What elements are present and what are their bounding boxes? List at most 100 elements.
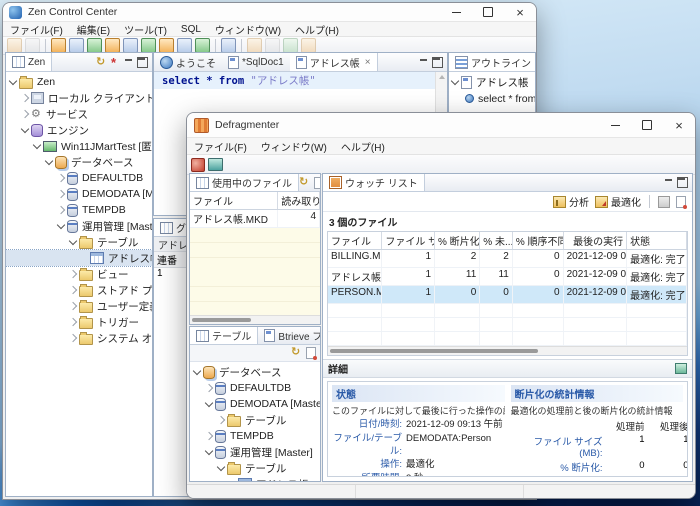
db-tree-item[interactable]: TEMPDB bbox=[190, 428, 320, 444]
minimize-button[interactable] bbox=[599, 113, 631, 137]
new-table-icon[interactable] bbox=[69, 38, 84, 53]
expander-icon[interactable] bbox=[57, 220, 65, 228]
tab-files-in-use[interactable]: 使用中のファイル bbox=[190, 174, 299, 191]
section-restore-icon[interactable] bbox=[675, 363, 687, 374]
expander-icon[interactable] bbox=[205, 398, 213, 406]
close-button[interactable]: × bbox=[663, 113, 695, 137]
zen-menu-item-3[interactable]: SQL bbox=[174, 23, 208, 36]
column-header[interactable]: 状態 bbox=[627, 232, 687, 249]
tab-watch-list[interactable]: ウォッチ リスト bbox=[323, 174, 425, 191]
zen-tree-item[interactable]: サービス bbox=[6, 106, 152, 122]
table-row[interactable]: アドレス帳.M...1111102021-12-09 09:1...最適化: 完… bbox=[328, 268, 687, 286]
expander-icon[interactable] bbox=[69, 236, 77, 244]
stop-icon[interactable] bbox=[111, 57, 120, 68]
analyze-button[interactable]: 分析 bbox=[553, 194, 589, 209]
db-tree-item[interactable]: DEMODATA [Master] bbox=[190, 396, 320, 412]
zen-tree-item[interactable]: トリガー bbox=[6, 314, 152, 330]
db-tree-item[interactable]: 運用管理 [Master] bbox=[190, 444, 320, 460]
expander-icon[interactable] bbox=[21, 94, 29, 102]
save-icon[interactable] bbox=[7, 38, 22, 53]
monitor-icon[interactable] bbox=[195, 38, 210, 53]
pin-icon[interactable] bbox=[306, 347, 316, 359]
zen-tree-item[interactable]: アドレス帳 bbox=[6, 250, 152, 266]
zen-tree-item[interactable]: ストアド プロシージャ bbox=[6, 282, 152, 298]
refresh-icon[interactable] bbox=[291, 347, 302, 358]
print-icon[interactable] bbox=[25, 38, 40, 53]
expander-icon[interactable] bbox=[69, 270, 77, 278]
expander-icon[interactable] bbox=[21, 124, 29, 132]
view-menu-icon[interactable] bbox=[658, 196, 670, 208]
zen-tree-item[interactable]: DEMODATA [Master] bbox=[6, 186, 152, 202]
tab-btrieve-files[interactable]: Btrieve ファイル bbox=[258, 327, 321, 344]
connect-icon[interactable] bbox=[191, 158, 205, 172]
tab-zen-explorer[interactable]: Zen bbox=[6, 53, 52, 71]
db-tree-item[interactable]: アドレス帳 bbox=[190, 476, 320, 481]
column-header[interactable]: % 未... bbox=[480, 232, 513, 249]
monitor-icon[interactable] bbox=[208, 158, 223, 171]
new-group-icon[interactable] bbox=[177, 38, 192, 53]
expander-icon[interactable] bbox=[69, 286, 77, 294]
zen-tree-item[interactable]: Win11JMartTest [匿名] bbox=[6, 138, 152, 154]
expander-icon[interactable] bbox=[217, 462, 225, 470]
new-user-icon[interactable] bbox=[159, 38, 174, 53]
column-header[interactable]: 読み取り/... bbox=[278, 192, 320, 209]
zen-menu-item-1[interactable]: 編集(E) bbox=[70, 21, 117, 38]
table-row[interactable]: アドレス帳.MKD4 bbox=[190, 210, 320, 228]
zen-menu-item-2[interactable]: ツール(T) bbox=[117, 21, 174, 38]
expander-icon[interactable] bbox=[205, 384, 213, 392]
close-button[interactable]: × bbox=[504, 3, 536, 21]
expander-icon[interactable] bbox=[21, 110, 29, 118]
zen-tree-item[interactable]: テーブル bbox=[6, 234, 152, 250]
pin-icon[interactable] bbox=[314, 177, 321, 189]
pin-icon[interactable] bbox=[676, 196, 686, 208]
defrag-menu-item-2[interactable]: ヘルプ(H) bbox=[334, 138, 392, 155]
expander-icon[interactable] bbox=[205, 432, 213, 440]
db-tree-item[interactable]: データベース bbox=[190, 364, 320, 380]
zen-menu-item-0[interactable]: ファイル(F) bbox=[3, 21, 70, 38]
expander-icon[interactable] bbox=[45, 156, 53, 164]
new-trigger-icon[interactable] bbox=[141, 38, 156, 53]
zen-menu-item-5[interactable]: ヘルプ(H) bbox=[288, 21, 346, 38]
db-tree-item[interactable]: DEFAULTDB bbox=[190, 380, 320, 396]
zen-tree-item[interactable]: ビュー bbox=[6, 266, 152, 282]
close-tab-icon[interactable]: × bbox=[365, 57, 371, 68]
zen-tree-item[interactable]: DEFAULTDB bbox=[6, 170, 152, 186]
zen-menu-item-4[interactable]: ウィンドウ(W) bbox=[208, 21, 288, 38]
forward-icon[interactable] bbox=[265, 38, 280, 53]
view-minimize-icon[interactable] bbox=[124, 58, 133, 67]
zen-tree-item[interactable]: 運用管理 [Master] bbox=[6, 218, 152, 234]
zen-tree-item[interactable]: TEMPDB bbox=[6, 202, 152, 218]
expander-icon[interactable] bbox=[33, 140, 41, 148]
table-row[interactable]: PERSON.MK...10002021-12-09 09:1...最適化: 完… bbox=[328, 286, 687, 304]
defrag-menu-item-1[interactable]: ウィンドウ(W) bbox=[254, 138, 334, 155]
refresh-icon[interactable] bbox=[96, 57, 107, 68]
grid-cell[interactable]: 1 bbox=[154, 268, 188, 279]
sql-editor-icon[interactable] bbox=[221, 38, 236, 53]
defrag-menu-item-0[interactable]: ファイル(F) bbox=[187, 138, 254, 155]
zen-tree-item[interactable]: データベース bbox=[6, 154, 152, 170]
tab-outline[interactable]: アウトライン bbox=[449, 53, 536, 71]
tab-tables[interactable]: テーブル bbox=[190, 327, 258, 344]
zen-tree-item[interactable]: Zen bbox=[6, 74, 152, 90]
zen-tree-item[interactable]: ユーザー定義関数 bbox=[6, 298, 152, 314]
column-header[interactable]: 最後の実行 bbox=[564, 232, 628, 249]
horizontal-scrollbar[interactable] bbox=[190, 315, 320, 324]
db-tree-item[interactable]: テーブル bbox=[190, 460, 320, 476]
grid-column-header[interactable]: 連番 bbox=[154, 252, 188, 268]
new-function-icon[interactable] bbox=[123, 38, 138, 53]
expander-icon[interactable] bbox=[193, 366, 201, 374]
db-tree-item[interactable]: テーブル bbox=[190, 412, 320, 428]
horizontal-scrollbar[interactable] bbox=[328, 346, 687, 355]
optimize-button[interactable]: 最適化 bbox=[595, 194, 641, 209]
outline-root-item[interactable]: アドレス帳 bbox=[449, 74, 535, 90]
expander-icon[interactable] bbox=[57, 206, 65, 214]
maximize-button[interactable] bbox=[631, 113, 663, 137]
defrag-titlebar[interactable]: Defragmenter × bbox=[187, 113, 695, 138]
zen-tree-item[interactable]: エンジン bbox=[6, 122, 152, 138]
details-header[interactable]: 詳細 bbox=[323, 359, 692, 378]
editor-tab[interactable]: *SqlDoc1 bbox=[222, 53, 290, 71]
new-view-icon[interactable] bbox=[87, 38, 102, 53]
new-procedure-icon[interactable] bbox=[105, 38, 120, 53]
expander-icon[interactable] bbox=[69, 334, 77, 342]
column-header[interactable]: ファイル サイ... bbox=[382, 232, 435, 249]
